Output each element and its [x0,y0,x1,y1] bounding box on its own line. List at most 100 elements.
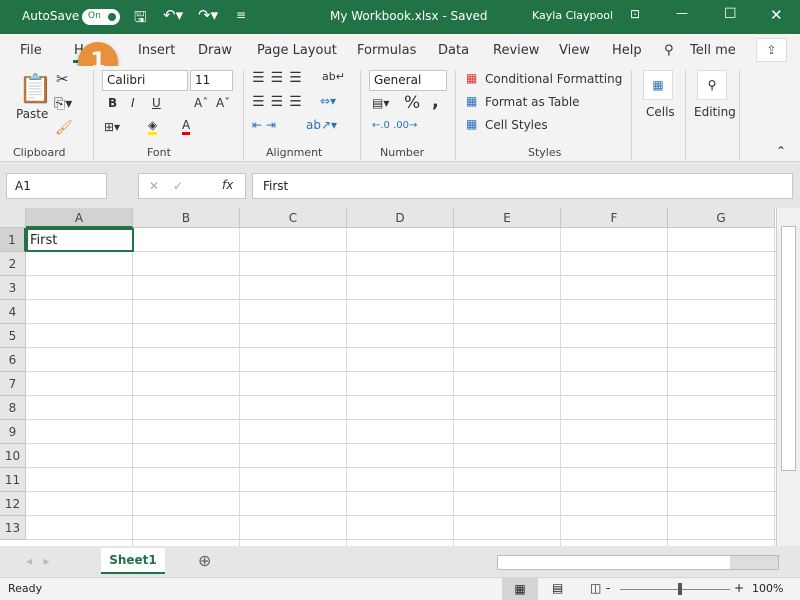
cut-icon[interactable]: ✂ [56,70,69,88]
conditional-formatting-button[interactable]: Conditional Formatting [485,72,622,86]
select-all[interactable] [0,208,26,228]
title-bar: AutoSave On 🖫 ↶▾ ↷▾ ≡ My Workbook.xlsx -… [0,0,800,34]
tab-formulas[interactable]: Formulas [357,43,416,58]
cell-a1[interactable]: First [26,228,134,252]
comma-button[interactable]: , [432,91,439,112]
increase-font-icon[interactable]: Aˆ [194,96,208,110]
italic-button[interactable]: I [131,96,135,110]
row-header[interactable]: 9 [0,420,26,444]
sheet-tab[interactable]: Sheet1 [101,548,165,574]
row-header[interactable]: 7 [0,372,26,396]
column-header[interactable]: B [133,208,240,228]
column-header[interactable]: G [668,208,775,228]
vertical-align-icons[interactable]: ☰☰☰ [252,70,308,86]
tab-data[interactable]: Data [438,43,469,58]
horizontal-align-icons[interactable]: ☰☰☰ [252,94,308,110]
bold-button[interactable]: B [108,96,117,110]
row-header[interactable]: 12 [0,492,26,516]
minimize-icon[interactable]: — [676,6,688,20]
indent-icons[interactable]: ⇤ ⇥ [252,118,276,132]
column-header[interactable]: F [561,208,668,228]
row-header[interactable]: 1 [0,228,26,252]
tab-page-layout[interactable]: Page Layout [257,43,337,58]
name-box[interactable]: A1 [6,173,107,199]
customize-qat-icon[interactable]: ≡ [236,8,246,22]
tab-view[interactable]: View [559,43,590,58]
number-format-select[interactable]: General [369,70,447,91]
add-sheet-icon[interactable]: ⊕ [198,551,211,570]
undo-icon[interactable]: ↶▾ [163,6,183,24]
row-header[interactable]: 11 [0,468,26,492]
editing-search-icon[interactable]: ⚲ [697,70,727,100]
row-header[interactable]: 3 [0,276,26,300]
row-header[interactable]: 5 [0,324,26,348]
borders-icon[interactable]: ⊞▾ [104,120,120,134]
cells-icon[interactable]: ▦ [643,70,673,100]
page-layout-view-icon[interactable]: ▤ [552,581,563,595]
sheet-nav-icons[interactable]: ◂ ▸ [26,554,50,568]
wrap-text-icon[interactable]: ab↵ [322,70,345,83]
page-break-view-icon[interactable]: ◫ [590,581,601,595]
zoom-out-button[interactable]: - [606,581,610,595]
zoom-in-button[interactable]: + [734,581,744,595]
tell-me[interactable]: Tell me [690,43,736,58]
tab-help[interactable]: Help [612,43,642,58]
format-painter-icon[interactable]: 🖌 [55,120,73,136]
merge-center-icon[interactable]: ⇔▾ [320,94,336,108]
autosave-toggle[interactable]: On [82,9,120,25]
search-icon[interactable]: ⚲ [664,43,674,58]
percent-button[interactable]: % [404,93,420,113]
tab-draw[interactable]: Draw [198,43,232,58]
row-header[interactable]: 13 [0,516,26,540]
row-header[interactable]: 10 [0,444,26,468]
collapse-ribbon-icon[interactable]: ⌃ [776,144,786,158]
decrease-font-icon[interactable]: Aˇ [216,96,230,110]
maximize-icon[interactable]: ☐ [724,6,737,22]
user-name[interactable]: Kayla Claypool [532,9,613,22]
tab-insert[interactable]: Insert [138,43,175,58]
paste-button[interactable]: Paste [16,107,48,121]
column-header[interactable]: A [26,208,133,228]
accounting-icon[interactable]: ▤▾ [372,96,389,110]
vertical-scrollbar[interactable] [776,208,800,546]
redo-icon[interactable]: ↷▾ [198,6,218,24]
editing-button[interactable]: Editing [694,105,736,119]
worksheet-grid[interactable]: A B C D E F G 1 2 3 4 5 6 7 8 9 10 11 12 13 First [0,208,776,546]
cells-button[interactable]: Cells [646,105,675,119]
orientation-icon[interactable]: ab↗▾ [306,118,337,132]
copy-icon[interactable]: ⎘▾ [54,96,72,112]
save-icon[interactable]: 🖫 [134,7,147,32]
normal-view-icon[interactable]: ▦ [502,578,538,600]
zoom-level[interactable]: 100% [752,582,783,595]
formula-input[interactable]: First [252,173,793,199]
zoom-thumb[interactable] [678,583,682,595]
format-table-icon: ▦ [466,94,478,108]
font-color-icon[interactable]: A [182,118,191,135]
fill-color-icon[interactable]: ◈ [148,118,158,135]
row-header[interactable]: 8 [0,396,26,420]
row-header[interactable]: 2 [0,252,26,276]
paste-icon[interactable]: 📋 [18,72,53,105]
zoom-slider[interactable] [620,589,730,590]
cell-styles-button[interactable]: Cell Styles [485,118,548,132]
scroll-thumb[interactable] [781,226,796,471]
format-as-table-button[interactable]: Format as Table [485,95,580,109]
tab-review[interactable]: Review [493,43,539,58]
gridline [26,299,776,300]
column-header[interactable]: D [347,208,454,228]
row-header[interactable]: 6 [0,348,26,372]
column-header[interactable]: C [240,208,347,228]
insert-function-button[interactable]: fx [222,178,233,192]
tab-file[interactable]: File [20,43,42,58]
column-header[interactable]: E [454,208,561,228]
font-size-select[interactable]: 11 [190,70,233,91]
row-header[interactable]: 4 [0,300,26,324]
underline-button[interactable]: U [152,96,161,110]
ribbon-display-icon[interactable]: ⊡ [630,7,640,21]
share-button[interactable]: ⇪ [756,38,787,62]
decimal-icons[interactable]: ←.0 .00→ [372,120,417,131]
close-icon[interactable]: ✕ [770,6,783,24]
gridline [26,323,776,324]
font-name-select[interactable]: Calibri [102,70,188,91]
horizontal-scrollbar[interactable] [497,555,779,570]
